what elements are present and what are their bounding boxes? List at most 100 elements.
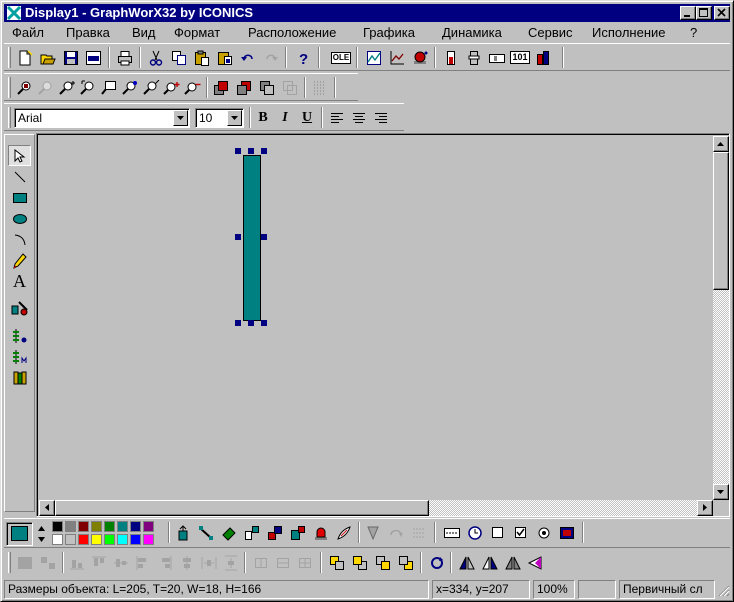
selection-handle-top-left[interactable]: [235, 148, 241, 154]
zoom-fit-button[interactable]: [56, 77, 78, 98]
ungroup-align-button[interactable]: [37, 552, 59, 573]
radio-button-tool[interactable]: [533, 522, 555, 543]
refresh-button[interactable]: [426, 552, 448, 573]
rotate-left-button[interactable]: [525, 552, 547, 573]
selection-handle-left[interactable]: [235, 234, 241, 240]
selection-handle-bottom-right[interactable]: [261, 320, 267, 326]
color-swatch[interactable]: [65, 521, 76, 532]
toolbar-grip[interactable]: [8, 107, 11, 128]
toolbar-grip[interactable]: [8, 47, 11, 68]
bold-button[interactable]: B: [252, 107, 274, 128]
color-change-button[interactable]: [287, 522, 309, 543]
underline-button[interactable]: U: [296, 107, 318, 128]
open-button[interactable]: [37, 47, 59, 68]
alarm-light-button[interactable]: [310, 522, 332, 543]
align-right-edge-button[interactable]: [154, 552, 176, 573]
brush-button[interactable]: [333, 522, 355, 543]
mirror-button[interactable]: [502, 552, 524, 573]
alarm-button[interactable]: [409, 47, 431, 68]
layer-3-button[interactable]: [372, 552, 394, 573]
save-html-button[interactable]: [83, 47, 105, 68]
font-name-dropdown-button[interactable]: [173, 110, 188, 126]
picture-button[interactable]: [556, 522, 578, 543]
layer-1-button[interactable]: [326, 552, 348, 573]
minimize-button[interactable]: [680, 6, 696, 20]
selection-handle-top-right[interactable]: [261, 148, 267, 154]
menu-graphics[interactable]: Графика: [363, 23, 415, 42]
color-swatch[interactable]: [65, 534, 76, 545]
menu-arrange[interactable]: Расположение: [248, 23, 336, 42]
rotate-button[interactable]: [385, 522, 407, 543]
same-height-button[interactable]: [272, 552, 294, 573]
paste-button[interactable]: [191, 47, 213, 68]
space-vertical-button[interactable]: [220, 552, 242, 573]
grid-button[interactable]: [309, 77, 331, 98]
align-center-button[interactable]: [348, 107, 370, 128]
gauge-button[interactable]: [440, 47, 462, 68]
toolbar-grip[interactable]: [8, 552, 11, 573]
color-swatch[interactable]: [130, 521, 141, 532]
italic-button[interactable]: I: [274, 107, 296, 128]
menu-view[interactable]: Вид: [132, 23, 156, 42]
rectangle-tool[interactable]: [8, 187, 31, 208]
symbol-tool[interactable]: [8, 297, 31, 318]
new-button[interactable]: [14, 47, 36, 68]
toolbar-grip[interactable]: [8, 77, 11, 98]
selected-rectangle[interactable]: [243, 155, 261, 321]
color-swatch[interactable]: [104, 534, 115, 545]
size-grip[interactable]: [716, 583, 730, 597]
align-right-button[interactable]: [370, 107, 392, 128]
vertical-scroll-thumb[interactable]: [713, 152, 729, 290]
color-swatch[interactable]: [117, 521, 128, 532]
eraser-button[interactable]: [218, 522, 240, 543]
checkbox-empty-button[interactable]: [487, 522, 509, 543]
pointer-tool[interactable]: [8, 145, 31, 166]
align-left-button[interactable]: [326, 107, 348, 128]
align-bottom-button[interactable]: [66, 552, 88, 573]
trend-button[interactable]: [363, 47, 385, 68]
menu-edit[interactable]: Правка: [66, 23, 110, 42]
fill-button[interactable]: [172, 522, 194, 543]
selection-handle-top[interactable]: [248, 148, 254, 154]
properties-button[interactable]: [241, 522, 263, 543]
zoom-select-button[interactable]: [98, 77, 120, 98]
redo-button[interactable]: [260, 47, 282, 68]
layer-4-button[interactable]: [395, 552, 417, 573]
zoom-previous-button[interactable]: [35, 77, 57, 98]
align-group-button[interactable]: [14, 552, 36, 573]
color-swatch[interactable]: [78, 534, 89, 545]
pipe-button[interactable]: [264, 522, 286, 543]
scroll-right-button[interactable]: [697, 500, 713, 516]
close-button[interactable]: [714, 6, 730, 20]
graphworx-app-icon[interactable]: [6, 5, 22, 21]
cut-button[interactable]: [145, 47, 167, 68]
title-bar[interactable]: Display1 - GraphWorX32 by ICONICS: [4, 4, 730, 22]
horizontal-scroll-thumb[interactable]: [55, 500, 429, 516]
ole-button[interactable]: OLE: [330, 47, 352, 68]
group-button[interactable]: [256, 77, 278, 98]
line-tool[interactable]: [8, 166, 31, 187]
slider-button[interactable]: [463, 47, 485, 68]
chart-button[interactable]: [386, 47, 408, 68]
print-button[interactable]: [114, 47, 136, 68]
menu-runtime[interactable]: Исполнение: [592, 23, 666, 42]
pencil-tool[interactable]: [8, 250, 31, 271]
selection-handle-right[interactable]: [261, 234, 267, 240]
font-size-combo[interactable]: 10: [195, 108, 244, 128]
save-button[interactable]: [60, 47, 82, 68]
library-tool[interactable]: [8, 367, 31, 388]
flip-horizontal-button[interactable]: [456, 552, 478, 573]
align-center-vertical-button[interactable]: [176, 552, 198, 573]
same-size-button[interactable]: [294, 552, 316, 573]
zoom-in-button[interactable]: [161, 77, 183, 98]
zoom-window-button[interactable]: [14, 77, 36, 98]
font-size-dropdown-button[interactable]: [227, 110, 242, 126]
dynamic-mode-tool[interactable]: [8, 346, 31, 367]
color-swatch[interactable]: [143, 521, 154, 532]
undo-button[interactable]: [237, 47, 259, 68]
color-swatch[interactable]: [91, 534, 102, 545]
scroll-up-button[interactable]: [713, 136, 729, 152]
paste-special-button[interactable]: [214, 47, 236, 68]
color-swatch[interactable]: [91, 521, 102, 532]
datetime-button[interactable]: [464, 522, 486, 543]
